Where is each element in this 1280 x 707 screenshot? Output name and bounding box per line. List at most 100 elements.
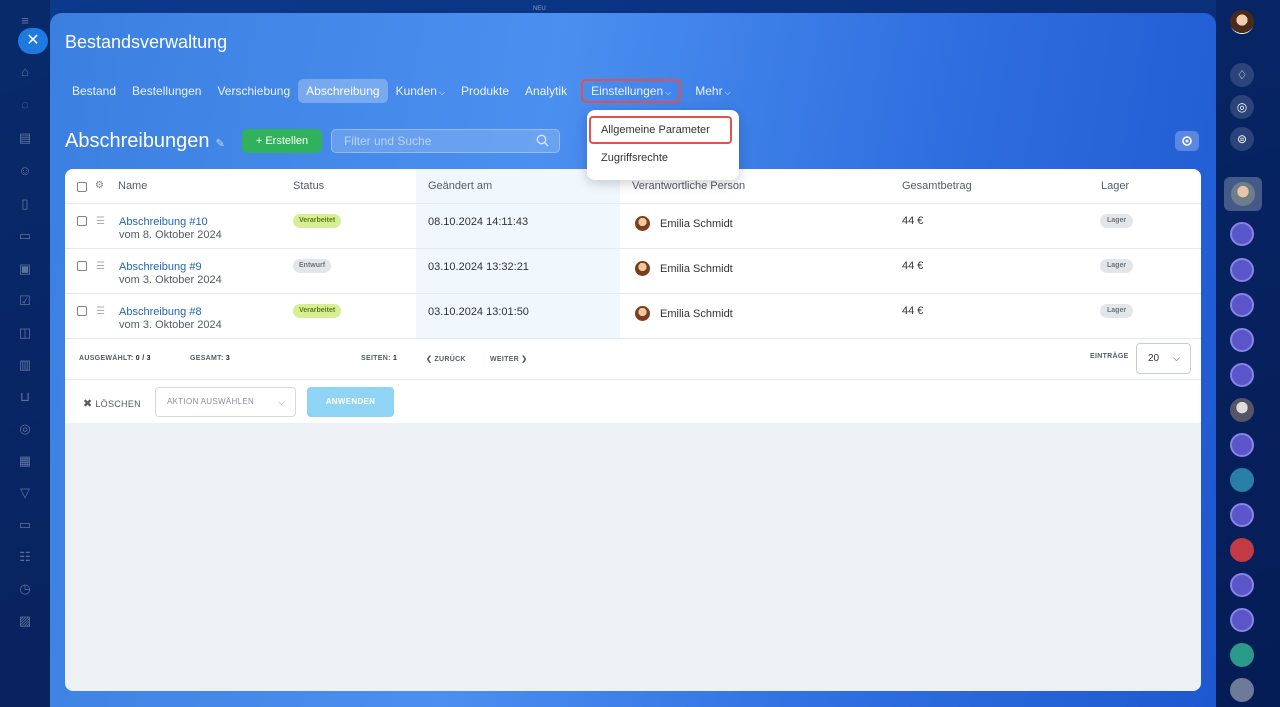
settings-gear-button[interactable] xyxy=(1175,131,1199,151)
chat-avatar-photo[interactable] xyxy=(1230,398,1254,422)
drag-handle-icon[interactable]: ☰ xyxy=(96,307,107,317)
delete-button[interactable]: ✖ LÖSCHEN xyxy=(83,397,141,410)
create-button[interactable]: + Erstellen xyxy=(242,129,322,153)
action-select-label: AKTION AUSWÄHLEN xyxy=(167,397,255,406)
clock-icon[interactable]: ◷ xyxy=(17,582,33,596)
screen-icon[interactable]: ▭ xyxy=(17,518,33,532)
tab-label: Einstellungen xyxy=(591,84,664,98)
lock-icon[interactable] xyxy=(1230,643,1254,667)
column-header-amount[interactable]: Gesamtbetrag xyxy=(902,180,972,192)
copilot-icon[interactable]: ◎ xyxy=(1230,95,1254,119)
column-header-name[interactable]: Name xyxy=(118,180,147,192)
lock-icon[interactable] xyxy=(1230,678,1254,702)
more-apps-icon[interactable]: ▨ xyxy=(17,614,33,628)
chat-icon[interactable]: ◫ xyxy=(17,326,33,340)
tasks-chat-icon[interactable] xyxy=(1230,538,1254,562)
tab-kunden[interactable]: Kunden ⌵ xyxy=(388,79,453,103)
chat-group-icon[interactable] xyxy=(1230,328,1254,352)
drag-handle-icon[interactable]: ☰ xyxy=(96,262,107,272)
column-header-status[interactable]: Status xyxy=(293,180,324,192)
chat-group-icon[interactable] xyxy=(1230,573,1254,597)
store-icon[interactable]: ▦ xyxy=(17,454,33,468)
per-page-select[interactable]: 20 ⌵ xyxy=(1136,343,1191,374)
modified-date: 08.10.2024 14:11:43 xyxy=(428,216,529,228)
selected-count: AUSGEWÄHLT: 0 / 3 xyxy=(79,355,151,362)
menu-item-general-parameters[interactable]: Allgemeine Parameter xyxy=(589,116,732,144)
bell-icon[interactable]: ♢ xyxy=(1230,63,1254,87)
menu-icon[interactable]: ≡ xyxy=(17,14,33,28)
monitor-icon[interactable]: ▣ xyxy=(17,262,33,276)
tab-mehr[interactable]: Mehr ⌵ xyxy=(687,79,738,103)
row-name-link[interactable]: Abschreibung #10 xyxy=(119,216,208,228)
tab-abschreibung[interactable]: Abschreibung xyxy=(298,79,388,103)
row-checkbox[interactable] xyxy=(77,216,87,226)
tab-einstellungen[interactable]: Einstellungen ⌵ xyxy=(581,79,682,103)
payments-icon[interactable]: ▭ xyxy=(17,229,33,243)
row-checkbox[interactable] xyxy=(77,306,87,316)
next-page-link[interactable]: WEITER ❯ xyxy=(490,355,527,363)
analytics-icon[interactable]: ▥ xyxy=(17,358,33,372)
search-chat-icon[interactable]: ⊜ xyxy=(1230,127,1254,151)
prev-page-link[interactable]: ❮ ZURÜCK xyxy=(426,355,466,363)
chat-group-icon[interactable] xyxy=(1230,433,1254,457)
chat-group-icon[interactable] xyxy=(1230,363,1254,387)
select-all-checkbox[interactable] xyxy=(77,182,87,192)
chevron-down-icon: ⌵ xyxy=(724,88,731,97)
tab-label: Mehr xyxy=(695,84,723,98)
search-icon[interactable] xyxy=(536,134,549,147)
person-name[interactable]: Emilia Schmidt xyxy=(660,218,733,230)
chat-user-selected[interactable] xyxy=(1224,177,1262,211)
column-header-modified[interactable]: Geändert am xyxy=(428,180,492,192)
tab-analytik[interactable]: Analytik xyxy=(517,79,575,103)
home-icon[interactable]: ⌂ xyxy=(17,65,33,79)
chat-avatar-ui[interactable] xyxy=(1230,222,1254,246)
user-avatar[interactable] xyxy=(1230,10,1254,34)
person-name[interactable]: Emilia Schmidt xyxy=(660,308,733,320)
row-checkbox[interactable] xyxy=(77,261,87,271)
divider xyxy=(65,293,1201,294)
row-date-line: vom 3. Oktober 2024 xyxy=(119,274,222,286)
tab-label: Kunden xyxy=(395,84,437,98)
column-header-person[interactable]: Verantwortliche Person xyxy=(632,180,745,192)
apply-button[interactable]: ANWENDEN xyxy=(307,387,394,417)
group-icon[interactable]: ☷ xyxy=(17,550,33,564)
search-filter[interactable] xyxy=(331,129,560,153)
row-date-line: vom 3. Oktober 2024 xyxy=(119,319,222,331)
filter-icon[interactable]: ▽ xyxy=(17,486,33,500)
total-label: GESAMT: xyxy=(190,355,224,362)
gear-icon[interactable]: ⚙ xyxy=(95,181,106,191)
chat-avatar-sd[interactable] xyxy=(1230,258,1254,282)
chat-avatar-c[interactable] xyxy=(1230,468,1254,492)
avatar xyxy=(635,306,650,321)
row-name-link[interactable]: Abschreibung #8 xyxy=(119,306,202,318)
chat-group-icon[interactable] xyxy=(1230,503,1254,527)
chat-avatar-f[interactable] xyxy=(1230,293,1254,317)
close-icon[interactable]: ✕ xyxy=(18,28,48,54)
tab-bestand[interactable]: Bestand xyxy=(64,79,124,103)
row-name-link[interactable]: Abschreibung #9 xyxy=(119,261,202,273)
crm-icon[interactable]: ◎ xyxy=(17,422,33,436)
contacts-icon[interactable]: ☺ xyxy=(17,164,33,178)
column-header-warehouse[interactable]: Lager xyxy=(1101,180,1129,192)
person-name[interactable]: Emilia Schmidt xyxy=(660,263,733,275)
tab-verschiebung[interactable]: Verschiebung xyxy=(209,79,298,103)
feed-icon[interactable]: ▤ xyxy=(17,131,33,145)
pin-icon[interactable]: ✎ xyxy=(216,138,225,150)
grid: ⚙ Name Status Geändert am Verantwortlich… xyxy=(65,169,1201,423)
action-select[interactable]: AKTION AUSWÄHLEN ⌵ xyxy=(155,387,296,417)
documents-icon[interactable]: ▯ xyxy=(17,197,33,211)
modified-date: 03.10.2024 13:01:50 xyxy=(428,306,529,318)
menu-item-access-rights[interactable]: Zugriffsrechte xyxy=(601,152,668,164)
drag-handle-icon[interactable]: ☰ xyxy=(96,217,107,227)
activity-icon[interactable]: ◌ xyxy=(17,98,33,112)
chat-group-icon[interactable] xyxy=(1230,608,1254,632)
tab-bar: Bestand Bestellungen Verschiebung Abschr… xyxy=(64,79,739,103)
search-input[interactable] xyxy=(344,134,524,148)
amount: 44 € xyxy=(902,215,924,227)
tasks-icon[interactable]: ☑ xyxy=(17,294,33,308)
cart-icon[interactable]: ⊔ xyxy=(17,390,33,404)
tab-bestellungen[interactable]: Bestellungen xyxy=(124,79,209,103)
divider xyxy=(65,338,1201,339)
tab-produkte[interactable]: Produkte xyxy=(453,79,517,103)
divider xyxy=(65,203,1201,204)
